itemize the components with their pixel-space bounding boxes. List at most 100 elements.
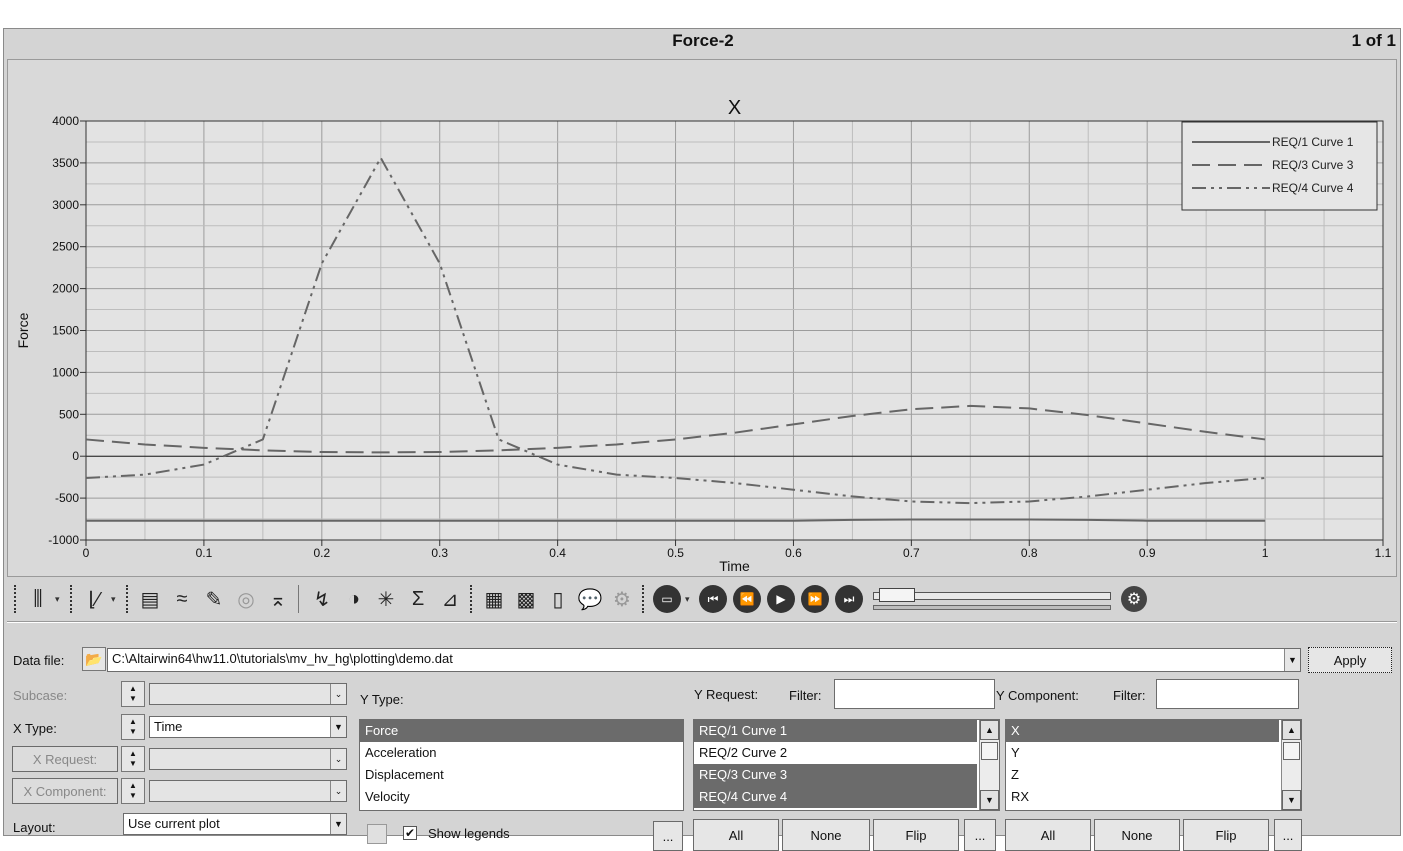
x-tick-label: 1.1 [1375, 546, 1392, 560]
settings-cog-icon[interactable]: ⚙ [607, 584, 637, 614]
peak-icon[interactable]: ⌅ [263, 584, 293, 614]
animation-speed-slider[interactable] [873, 605, 1111, 610]
x-component-stepper[interactable]: ▲ ▼ [121, 778, 145, 804]
y-component-more-button[interactable]: ... [1274, 819, 1302, 851]
toolbar-separator [298, 585, 302, 613]
play-icon[interactable]: ▶ [767, 585, 795, 613]
y-tick-label: -500 [55, 491, 79, 505]
coordinate-info-icon[interactable]: ↯ [307, 584, 337, 614]
list-scrollbar[interactable]: ▲ ▼ [1281, 720, 1301, 810]
first-frame-icon[interactable]: ⏮ [699, 585, 727, 613]
define-curve-icon[interactable]: ≈ [167, 584, 197, 614]
y-component-filter-input[interactable] [1156, 679, 1299, 709]
animation-mode-icon[interactable]: ▭ [653, 585, 681, 613]
y-request-flip-button[interactable]: Flip [873, 819, 959, 851]
subcase-select[interactable]: ⌄ [149, 683, 347, 705]
plot-area[interactable]: 0 0.1 0.2 0.3 0.4 0.5 0.6 0.7 0.8 0.9 1 1.1 4000 3500… [7, 59, 1397, 577]
x-component-button[interactable]: X Component: [12, 778, 118, 804]
data-file-input[interactable]: C:\Altairwin64\hw11.0\tutorials\mv_hv_hg… [107, 648, 1301, 672]
x-request-select[interactable]: ⌄ [149, 748, 347, 770]
chevron-down-icon[interactable]: ⌄ [330, 749, 346, 769]
color-wheel-icon[interactable]: ◑ [339, 584, 369, 614]
list-item[interactable]: Z [1006, 764, 1279, 786]
open-file-icon[interactable]: 📂 [82, 647, 106, 671]
measure-icon[interactable]: ⊿ [435, 584, 465, 614]
chevron-down-icon[interactable]: ▼ [330, 717, 346, 737]
chevron-down-icon[interactable]: ▼ [1284, 649, 1300, 671]
scroll-up-icon[interactable]: ▲ [1282, 720, 1301, 740]
scroll-down-icon[interactable]: ▼ [1282, 790, 1301, 810]
plot-type-icon[interactable]: ⫼ [23, 584, 53, 614]
curve-type-dropdown-icon[interactable]: ▾ [111, 594, 121, 605]
x-request-button[interactable]: X Request: [12, 746, 118, 772]
y-type-list[interactable]: Force Acceleration Displacement Velocity [359, 719, 684, 811]
y-request-filter-input[interactable] [834, 679, 995, 709]
list-item[interactable]: REQ/4 Curve 4 [694, 786, 977, 808]
y-component-flip-button[interactable]: Flip [1183, 819, 1269, 851]
edit-curve-icon[interactable]: ✎ [199, 584, 229, 614]
y-type-more-button[interactable]: ... [653, 821, 683, 851]
plot-window: Force-2 1 of 1 0 0.1 0.2 0.3 0.4 0.5 0.6 0.7 0.8… [3, 28, 1401, 851]
x-component-select[interactable]: ⌄ [149, 780, 347, 802]
animation-mode-dropdown-icon[interactable]: ▾ [685, 594, 695, 605]
plot-type-dropdown-icon[interactable]: ▾ [55, 594, 65, 605]
list-item[interactable]: Y [1006, 742, 1279, 764]
notes-icon[interactable]: ▯ [543, 584, 573, 614]
x-request-stepper[interactable]: ▲ ▼ [121, 746, 145, 772]
x-tick-label: 0.7 [903, 546, 920, 560]
legend-entry: REQ/3 Curve 3 [1272, 158, 1354, 172]
x-type-stepper[interactable]: ▲ ▼ [121, 714, 145, 740]
y-component-list[interactable]: X Y Z RX ▲ ▼ [1005, 719, 1302, 811]
list-item[interactable]: REQ/1 Curve 1 [694, 720, 977, 742]
chevron-down-icon[interactable]: ⌄ [330, 781, 346, 801]
animation-slider[interactable] [873, 586, 1113, 612]
list-item[interactable]: Force [360, 720, 683, 742]
list-item[interactable]: REQ/3 Curve 3 [694, 764, 977, 786]
comment-icon[interactable]: 💬 [575, 584, 605, 614]
last-frame-icon[interactable]: ⏭ [835, 585, 863, 613]
stamp-icon[interactable]: ◎ [231, 584, 261, 614]
subcase-stepper[interactable]: ▲ ▼ [121, 681, 145, 707]
list-item[interactable]: RX [1006, 786, 1279, 808]
list-item[interactable]: X [1006, 720, 1279, 742]
y-component-none-button[interactable]: None [1094, 819, 1180, 851]
list-scrollbar[interactable]: ▲ ▼ [979, 720, 999, 810]
apply-button[interactable]: Apply [1308, 647, 1392, 673]
list-item[interactable]: Velocity [360, 786, 683, 808]
list-item[interactable]: REQ/2 Curve 2 [694, 742, 977, 764]
y-request-list[interactable]: REQ/1 Curve 1 REQ/2 Curve 2 REQ/3 Curve 3R… [693, 719, 1000, 811]
scroll-down-icon[interactable]: ▼ [980, 790, 999, 810]
panel-divider [7, 621, 1397, 623]
scroll-up-icon[interactable]: ▲ [980, 720, 999, 740]
sum-icon[interactable]: Σ [403, 584, 433, 614]
y-request-none-button[interactable]: None [782, 819, 870, 851]
layout-select[interactable]: Use current plot ▼ [123, 813, 347, 835]
y-tick-label: 500 [59, 407, 79, 421]
grid-icon[interactable]: ▦ [479, 584, 509, 614]
scroll-thumb[interactable] [981, 742, 998, 760]
toolbar-separator [14, 585, 18, 613]
scroll-thumb[interactable] [1283, 742, 1300, 760]
previous-frame-icon[interactable]: ⏪ [733, 585, 761, 613]
force-chart[interactable]: 0 0.1 0.2 0.3 0.4 0.5 0.6 0.7 0.8 0.9 1 1.1 4000 3500… [8, 60, 1396, 576]
y-component-all-button[interactable]: All [1005, 819, 1091, 851]
chevron-down-icon[interactable]: ▼ [330, 814, 346, 834]
y-request-more-button[interactable]: ... [964, 819, 996, 851]
x-tick-label: 0.6 [785, 546, 802, 560]
y-tick-label: 0 [72, 449, 79, 463]
chevron-down-icon[interactable]: ⌄ [330, 684, 346, 704]
curve-type-icon[interactable]: ⌊⁄ [79, 584, 109, 614]
animation-settings-icon[interactable]: ⚙ [1121, 586, 1147, 612]
x-tick-label: 0.9 [1139, 546, 1156, 560]
x-type-select[interactable]: Time ▼ [149, 716, 347, 738]
crosshair-icon[interactable]: ✳ [371, 584, 401, 614]
list-item[interactable]: Acceleration [360, 742, 683, 764]
curve-attributes-icon[interactable]: ▤ [135, 584, 165, 614]
table-grid-icon[interactable]: ▩ [511, 584, 541, 614]
legend-style-checkbox[interactable] [367, 824, 387, 844]
animation-slider-thumb[interactable] [878, 588, 915, 602]
y-tick-label: 3500 [52, 156, 79, 170]
y-request-all-button[interactable]: All [693, 819, 779, 851]
next-frame-icon[interactable]: ⏩ [801, 585, 829, 613]
list-item[interactable]: Displacement [360, 764, 683, 786]
